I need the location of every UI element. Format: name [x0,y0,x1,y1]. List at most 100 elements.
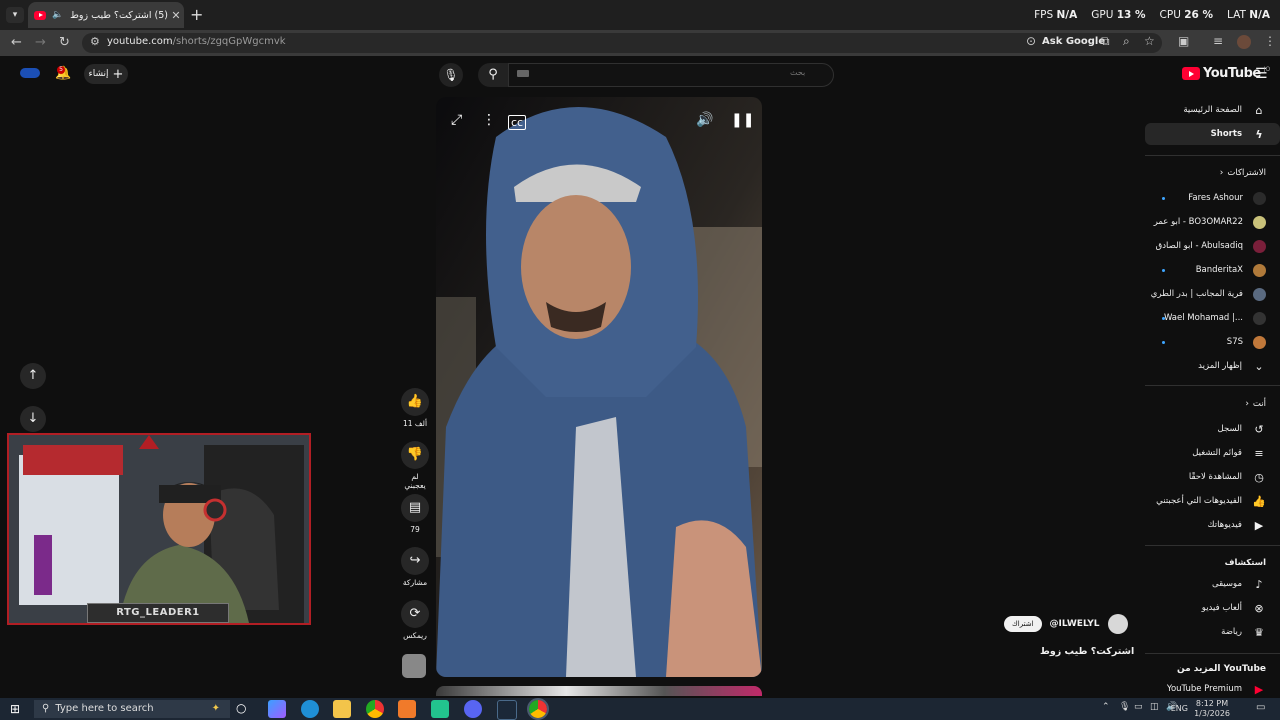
discord-app-icon[interactable] [464,700,482,718]
search-input[interactable] [508,63,834,87]
url-path: /shorts/zgqGpWgcmvk [172,36,286,47]
input-language[interactable]: ENG [1171,704,1188,713]
display-icon[interactable]: ▭ [1134,702,1143,712]
ask-google-button[interactable]: Ask Google [1042,36,1105,47]
thumbs-up-icon[interactable]: 👍 [401,388,429,416]
steam-app-icon[interactable] [497,700,517,720]
extensions-icon[interactable]: ▣ [1178,34,1189,48]
next-short-button[interactable]: ↓ [20,406,46,432]
create-button[interactable]: إنشاء + [84,64,128,84]
chrome-active-app-icon[interactable] [527,698,549,720]
sidebar-item-gaming[interactable]: ألعاب فيديو ⊗ [1145,597,1280,619]
audio-track-thumbnail[interactable] [402,654,426,678]
next-short-preview[interactable] [436,686,762,696]
chevron-up-icon[interactable]: ⌃ [1102,702,1110,712]
like-count: 11 ألف [402,419,428,428]
account-avatar[interactable] [20,68,40,78]
sidebar-item-home[interactable]: الصفحة الرئيسية ⌂ [1145,99,1280,121]
share-icon[interactable]: ↪ [401,547,429,575]
share-label: مشاركة [402,578,428,587]
previous-short-button[interactable]: ↑ [20,363,46,389]
site-info-icon[interactable]: ⚙ [90,35,100,48]
subscription-item[interactable]: ابو الصادق - Abulsadiq [1145,235,1280,257]
video-title[interactable]: اشتركت؟ طيب زوط [1040,646,1134,657]
sidebar-item-music[interactable]: موسيقى ♪ [1145,573,1280,595]
share-action[interactable]: ↪ مشاركة [400,547,430,587]
expand-icon[interactable]: ⤢ [451,112,462,128]
notification-center-icon[interactable]: ▭ [1256,702,1265,713]
microphone-icon[interactable]: 🎙 [1119,702,1130,712]
app-icon[interactable] [431,700,449,718]
channel-handle[interactable]: @ILWELYL [1050,619,1100,629]
zoom-icon[interactable]: ⌕ [1123,34,1130,49]
browser-profile-avatar[interactable] [1237,35,1251,49]
like-action[interactable]: 👍 11 ألف [400,388,430,428]
forward-icon[interactable]: → [35,30,46,56]
channel-avatar[interactable] [1107,614,1128,634]
tab-audio-icon[interactable]: 🔈 [52,10,63,20]
subscribe-button[interactable]: اشتراك [1004,616,1042,632]
url-text[interactable]: youtube.com/shorts/zgqGpWgcmvk [107,36,286,47]
remix-label: ريمكس [403,631,427,640]
remix-action[interactable]: ⟳ ريمكس [400,600,430,640]
vlc-app-icon[interactable] [398,700,416,718]
remix-icon[interactable]: ⟳ [401,600,429,628]
url-host: youtube.com [107,36,173,47]
voice-search-button[interactable]: 🎙 [439,63,463,87]
chrome-app-icon[interactable] [366,700,384,718]
copilot-app-icon[interactable] [268,700,286,718]
sidebar-item-history[interactable]: السجل ↺ [1145,418,1280,440]
sidebar-item-premium[interactable]: YouTube Premium ▶ [1145,680,1280,698]
subscription-item[interactable]: فرية المجانب | بدر الطري [1145,283,1280,305]
explore-section-title: استكشاف [1224,558,1266,568]
file-explorer-app-icon[interactable] [333,700,351,718]
browser-tab[interactable]: 🔈 (5) اشتركت؟ طيب زوط - YouTube ✕ [28,2,184,28]
dislike-action[interactable]: 👎 لم يعجبني [400,441,430,490]
back-icon[interactable]: ← [11,30,22,56]
google-lens-icon[interactable]: ⊙ [1026,34,1036,48]
divider [1145,545,1280,546]
show-more-button[interactable]: إظهار المزيد ⌄ [1145,355,1280,377]
edge-app-icon[interactable] [301,700,319,718]
browser-menu-icon[interactable]: ⋮ [1264,34,1276,48]
subscription-name: Fares Ashour [1188,193,1243,203]
gpu-label: GPU [1091,9,1114,21]
sidebar-item-liked-videos[interactable]: الفيديوهات التي أعجبتني 👍 [1145,490,1280,512]
network-icon[interactable]: ◫ [1150,702,1159,712]
pause-icon[interactable]: ❚❚ [731,112,754,128]
sidebar-item-playlists[interactable]: قوائم التشغيل ≡ [1145,442,1280,464]
taskbar-clock[interactable]: 8:12 PM 1/3/2026 [1194,699,1230,719]
comments-action[interactable]: ▤ 79 [400,494,430,534]
sidebar-section-you[interactable]: › أنت [1145,393,1280,415]
thumbs-down-icon[interactable]: 👎 [401,441,429,469]
windows-start-icon[interactable]: ⊞ [10,702,20,716]
subscription-name: Wael Mohamad |... [1163,313,1243,323]
subscription-item[interactable]: Wael Mohamad |... [1145,307,1280,329]
sidebar-item-watch-later[interactable]: المشاهدة لاحقًا ◷ [1145,466,1280,488]
subscription-item[interactable]: BanderitaX [1145,259,1280,281]
close-tab-button[interactable]: ✕ [168,9,184,22]
subscription-item[interactable]: ابو عمر - BO3OMAR22 [1145,211,1280,233]
sidebar-section-subscriptions[interactable]: › الاشتراكات [1145,162,1280,184]
reload-icon[interactable]: ↻ [59,30,70,56]
cpu-label: CPU [1159,9,1181,21]
sidebar-item-sports[interactable]: رياضة ♛ [1145,621,1280,643]
new-tab-button[interactable]: + [190,5,203,24]
media-controls-icon[interactable]: ≡ [1213,34,1223,48]
sidebar-item-shorts[interactable]: Shorts ϟ [1145,123,1280,145]
captions-icon[interactable]: cc [508,115,527,130]
subscription-item[interactable]: S7S [1145,331,1280,353]
tab-search-button[interactable]: ▾ [6,7,24,23]
youtube-logo[interactable]: YouTube JO [1182,66,1270,81]
volume-icon[interactable]: 🔊 [696,112,713,128]
search-button[interactable]: ⚲ [478,63,508,87]
install-app-icon[interactable]: ⧉ [1101,34,1110,49]
subscription-item[interactable]: Fares Ashour [1145,187,1280,209]
bookmark-star-icon[interactable]: ☆ [1144,34,1155,48]
more-options-icon[interactable]: ⋮ [482,112,496,128]
shorts-video-player[interactable] [436,97,762,677]
comment-icon[interactable]: ▤ [401,494,429,522]
sidebar-item-your-videos[interactable]: فيديوهاتك ▶ [1145,514,1280,536]
taskbar-search-input[interactable]: ⚲ Type here to search ✦ [34,700,230,718]
task-view-icon[interactable]: ○ [236,701,246,715]
